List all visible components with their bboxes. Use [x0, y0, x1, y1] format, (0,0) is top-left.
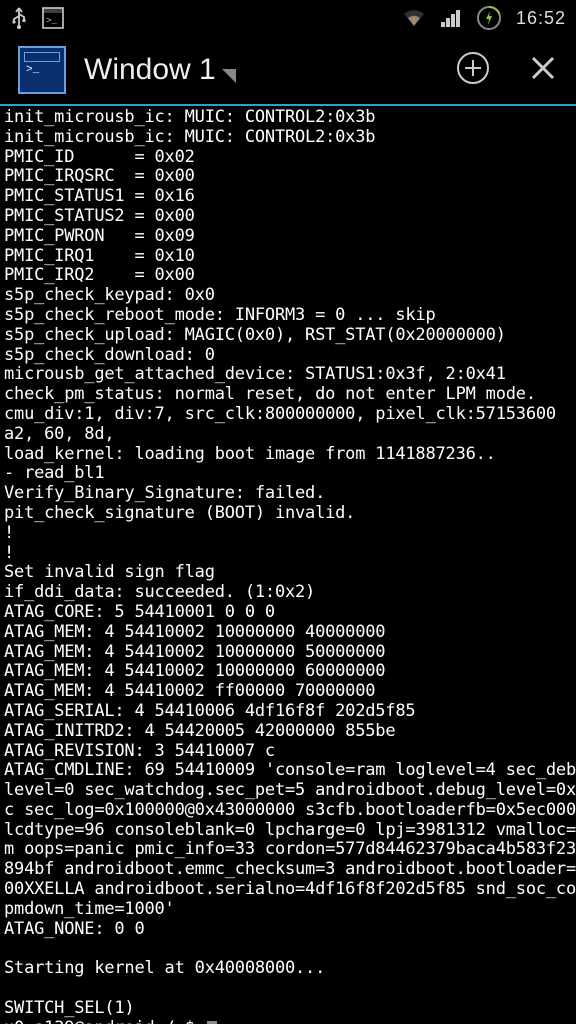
app-bar: Window 1 [0, 36, 576, 106]
svg-text:>_: >_ [46, 16, 57, 26]
cursor [207, 1021, 217, 1024]
status-clock: 16:52 [516, 8, 566, 29]
close-button[interactable] [528, 53, 558, 87]
window-title: Window 1 [84, 53, 216, 87]
window-title-spinner[interactable]: Window 1 [84, 53, 438, 87]
shell-prompt: u0_a139@android:/ $ [4, 1018, 205, 1024]
android-status-bar: >_ 16:52 [0, 0, 576, 36]
usb-icon [10, 6, 28, 30]
battery-icon [476, 5, 502, 31]
new-window-button[interactable] [456, 51, 490, 89]
signal-icon [440, 8, 462, 28]
terminal-text: init_microusb_ic: MUIC: CONTROL2:0x3b in… [4, 107, 576, 1018]
dropdown-indicator-icon [222, 69, 236, 83]
wifi-icon [402, 8, 426, 28]
terminal-notification-icon: >_ [42, 7, 64, 29]
terminal-output[interactable]: init_microusb_ic: MUIC: CONTROL2:0x3b in… [0, 106, 576, 1024]
status-left-icons: >_ [10, 6, 64, 30]
status-right-icons: 16:52 [402, 5, 566, 31]
app-icon[interactable] [18, 46, 66, 94]
